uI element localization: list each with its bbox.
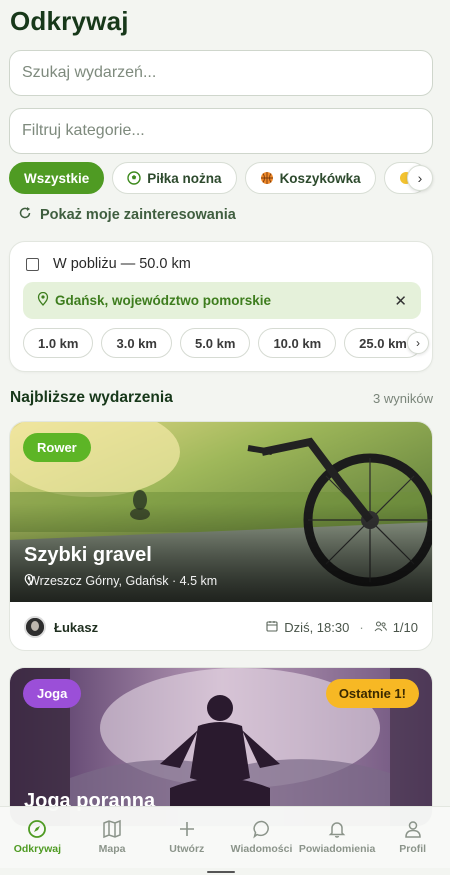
host-name: Łukasz	[54, 619, 99, 635]
tab-label: Wiadomości	[230, 843, 293, 855]
location-pill[interactable]: Gdańsk, województwo pomorskie ✕	[23, 282, 421, 319]
distance-option[interactable]: 3.0 km	[101, 328, 172, 358]
event-image: Joga Ostatnie 1! Joga poranna	[10, 668, 432, 826]
tab-notifications[interactable]: Powiadomienia	[299, 807, 375, 868]
chevron-right-icon[interactable]: ›	[407, 165, 433, 191]
section-title: Najbliższe wydarzenia	[10, 389, 173, 406]
distance-option[interactable]: 5.0 km	[179, 328, 251, 358]
show-interests-button[interactable]: Pokaż moje zainteresowania	[18, 206, 236, 224]
map-icon	[103, 819, 121, 839]
participants-icon	[374, 620, 387, 635]
calendar-icon	[266, 620, 278, 635]
chip-basketball[interactable]: Koszykówka	[244, 162, 376, 194]
tab-create[interactable]: Utwórz	[149, 807, 224, 868]
bottom-tab-bar: Odkrywaj Mapa Utwórz Wiadomości Powiadom…	[0, 806, 450, 868]
tab-label: Mapa	[98, 843, 126, 855]
event-location: Wrzeszcz Górny, Gdańsk · 4.5 km	[24, 574, 217, 588]
chevron-right-icon[interactable]: ›	[407, 332, 429, 354]
tab-label: Utwórz	[169, 843, 205, 855]
nearby-label: W pobliżu — 50.0 km	[53, 256, 191, 272]
location-label: Gdańsk, województwo pomorskie	[55, 293, 272, 308]
plus-icon	[179, 822, 194, 836]
category-chips: Wszystkie Piłka nożna Koszykówka	[9, 162, 433, 196]
event-location-text: Wrzeszcz Górny, Gdańsk · 4.5 km	[28, 574, 218, 588]
tab-messages[interactable]: Wiadomości	[224, 807, 299, 868]
tab-profile[interactable]: Profil	[375, 807, 450, 868]
distance-option[interactable]: 1.0 km	[23, 328, 94, 358]
category-filter-input[interactable]	[9, 108, 433, 154]
chip-label: Wszystkie	[24, 170, 90, 186]
chip-label: Koszykówka	[279, 170, 361, 186]
nearby-checkbox[interactable]	[26, 257, 39, 271]
separator-dot: ·	[359, 619, 364, 635]
chip-label: Piłka nożna	[147, 170, 222, 186]
refresh-icon	[18, 206, 32, 224]
category-tag: Joga	[23, 679, 82, 708]
close-icon[interactable]: ✕	[394, 292, 407, 310]
chip-all[interactable]: Wszystkie	[9, 162, 105, 194]
basketball-icon	[260, 171, 274, 185]
avatar	[24, 616, 46, 638]
chat-icon	[252, 820, 269, 839]
event-datetime: Dziś, 18:30	[284, 619, 350, 635]
tab-map[interactable]: Mapa	[75, 807, 150, 868]
event-meta: Dziś, 18:30 · 1/10	[266, 620, 418, 635]
tab-discover[interactable]: Odkrywaj	[0, 807, 75, 868]
nearby-toggle[interactable]: W pobliżu — 50.0 km	[26, 256, 191, 272]
nearby-card: W pobliżu — 50.0 km Gdańsk, województwo …	[9, 241, 433, 372]
tab-label: Odkrywaj	[13, 843, 61, 855]
show-interests-label: Pokaż moje zainteresowania	[40, 207, 236, 223]
page-title: Odkrywaj	[10, 6, 129, 36]
location-pin-icon	[37, 291, 49, 309]
distance-options: 1.0 km 3.0 km 5.0 km 10.0 km 25.0 km	[23, 328, 423, 360]
compass-icon	[28, 820, 47, 838]
event-participants: 1/10	[392, 619, 418, 635]
last-spots-badge: Ostatnie 1!	[325, 679, 419, 708]
distance-option[interactable]: 10.0 km	[258, 328, 337, 358]
category-tag: Rower	[23, 433, 91, 462]
event-image: Rower Szybki gravel Wrzeszcz Górny, Gdań…	[10, 422, 432, 602]
bell-icon	[328, 822, 346, 838]
event-footer: Łukasz Dziś, 18:30 · 1/10	[10, 602, 432, 650]
event-card[interactable]: Joga Ostatnie 1! Joga poranna	[9, 667, 433, 827]
tab-label: Powiadomienia	[298, 843, 376, 855]
user-icon	[404, 821, 421, 838]
event-card[interactable]: Rower Szybki gravel Wrzeszcz Górny, Gdań…	[9, 421, 433, 651]
home-indicator	[207, 871, 235, 873]
chip-soccer[interactable]: Piłka nożna	[112, 162, 237, 194]
tab-label: Profil	[399, 843, 427, 855]
event-title: Szybki gravel	[24, 544, 152, 566]
soccer-ball-icon	[127, 171, 141, 185]
results-count: 3 wyników	[373, 391, 433, 406]
search-input[interactable]	[9, 50, 433, 96]
